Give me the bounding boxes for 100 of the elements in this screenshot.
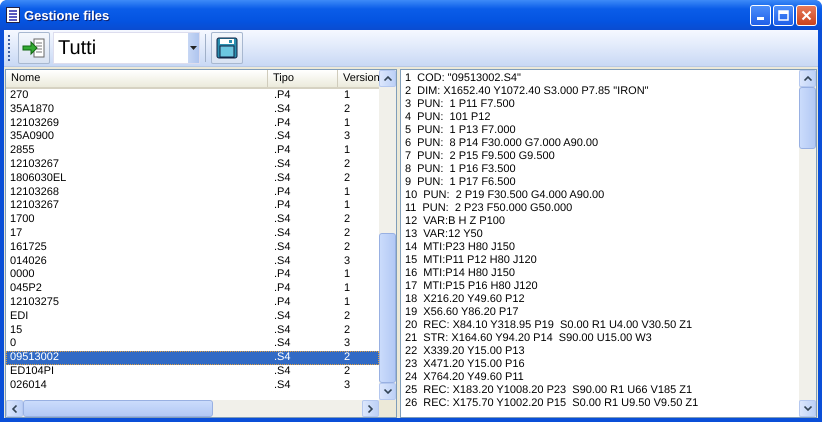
line-number: 7 xyxy=(405,150,412,163)
file-row[interactable]: 35A1870 .S4 2 xyxy=(6,102,379,117)
minimize-button[interactable] xyxy=(750,4,771,26)
code-line: X339.20 Y15.00 P13 xyxy=(423,345,525,358)
table-cell-text: .S4 xyxy=(273,337,292,352)
table-cell-text: .S4 xyxy=(273,351,292,365)
file-row[interactable]: 17 .S4 2 xyxy=(6,226,379,241)
scroll-down-button[interactable] xyxy=(379,383,396,400)
table-cell-text: .S4 xyxy=(273,378,292,393)
file-row[interactable]: ED104PI .S4 2 xyxy=(6,364,379,379)
code-line: MTI:P14 H80 J150 xyxy=(423,267,515,280)
scroll-down-button[interactable] xyxy=(799,400,816,417)
scroll-up-button[interactable] xyxy=(379,70,396,87)
table-cell-text: .S4 xyxy=(273,158,292,172)
code-line: STR: X164.60 Y94.20 P14 S90.00 U15.00 W3 xyxy=(423,332,652,345)
code-line: COD: "09513002.S4" xyxy=(417,72,521,85)
table-cell-text: 1 xyxy=(343,89,352,103)
table-cell-text: 3 xyxy=(343,254,352,268)
table-cell-text: 15 xyxy=(9,324,24,338)
line-number: 13 xyxy=(405,228,418,241)
scroll-thumb[interactable] xyxy=(23,400,213,417)
caret-icon xyxy=(190,46,197,50)
table-cell-text: 09513002 xyxy=(9,351,60,365)
table-cell-text: 2 xyxy=(343,364,352,379)
import-button[interactable] xyxy=(18,32,50,64)
file-row[interactable]: 0000 .P4 1 xyxy=(6,268,379,282)
save-button[interactable] xyxy=(211,32,243,64)
table-cell-text: 1 xyxy=(343,268,352,282)
table-cell-text: .P4 xyxy=(273,282,292,296)
line-number: 3 xyxy=(405,98,412,111)
table-cell-text: 12103267 xyxy=(9,158,60,172)
file-row[interactable]: 026014 .S4 3 xyxy=(6,378,379,393)
line-number: 25 xyxy=(405,384,418,397)
code-line: DIM: X1652.40 Y1072.40 S3.000 P7.85 "IRON" xyxy=(417,85,649,98)
scroll-up-button[interactable] xyxy=(799,70,816,87)
table-cell-text: 2 xyxy=(343,310,352,324)
table-cell-text: .P4 xyxy=(273,116,292,130)
arrow-document-icon xyxy=(22,37,46,59)
table-cell-text: 3 xyxy=(343,378,352,393)
file-row[interactable]: 161725 .S4 2 xyxy=(6,240,379,255)
code-line: VAR:12 Y50 xyxy=(423,228,483,241)
maximize-button[interactable] xyxy=(773,4,794,26)
line-number: 1 xyxy=(405,72,412,85)
filter-dropdown[interactable]: Tutti xyxy=(53,32,200,64)
code-line: MTI:P15 P16 H80 J120 xyxy=(423,280,538,293)
column-header[interactable]: Nome xyxy=(6,70,268,87)
table-cell-text: .S4 xyxy=(273,324,292,338)
line-number: 15 xyxy=(405,254,418,267)
code-line: X471.20 Y15.00 P16 xyxy=(423,358,525,371)
file-row[interactable]: 1806030EL .S4 2 xyxy=(6,172,379,186)
file-row[interactable]: 12103267 .P4 1 xyxy=(6,199,379,214)
file-row[interactable]: 12103269 .P4 1 xyxy=(6,116,379,130)
file-row[interactable]: 045P2 .P4 1 xyxy=(6,282,379,296)
code-line: PUN: 1 P16 F3.500 xyxy=(417,163,516,176)
table-cell-text: 1 xyxy=(343,282,352,296)
table-cell-text: 045P2 xyxy=(9,282,43,296)
table-cell-text: 0000 xyxy=(9,268,36,282)
table-cell-text: .S4 xyxy=(273,172,292,186)
column-header[interactable]: Tipo xyxy=(268,70,338,87)
file-row[interactable]: 2855 .P4 1 xyxy=(6,144,379,158)
line-number: 16 xyxy=(405,267,418,280)
file-row[interactable]: 270 .P4 1 xyxy=(6,89,379,103)
line-number: 6 xyxy=(405,137,412,150)
scroll-thumb[interactable] xyxy=(799,87,816,149)
file-row[interactable]: 15 .S4 2 xyxy=(6,324,379,338)
table-cell-text: .S4 xyxy=(273,102,292,117)
column-header[interactable]: Version xyxy=(338,70,379,87)
vertical-scrollbar[interactable] xyxy=(379,70,396,400)
code-line: PUN: 2 P19 F30.500 G4.000 A90.00 xyxy=(423,189,604,202)
file-row[interactable]: 1700 .S4 2 xyxy=(6,213,379,227)
line-number: 19 xyxy=(405,306,418,319)
table-cell-text: 014026 xyxy=(9,254,48,268)
scroll-left-button[interactable] xyxy=(6,400,23,417)
file-row[interactable]: 09513002 .S4 2 xyxy=(6,351,379,365)
line-number: 14 xyxy=(405,241,418,254)
line-number: 4 xyxy=(405,111,412,124)
file-row[interactable]: 014026 .S4 3 xyxy=(6,254,379,268)
close-button[interactable] xyxy=(796,4,817,26)
horizontal-scrollbar[interactable] xyxy=(6,400,396,417)
table-cell-text: 2 xyxy=(343,172,352,186)
table-cell-text: 3 xyxy=(343,337,352,352)
file-row[interactable]: 12103268 .P4 1 xyxy=(6,186,379,200)
table-cell-text: .S4 xyxy=(273,310,292,324)
code-line: PUN: 2 P15 F9.500 G9.500 xyxy=(417,150,555,163)
file-row[interactable]: 35A0900 .S4 3 xyxy=(6,130,379,144)
code-line: PUN: 1 P11 F7.500 xyxy=(417,98,515,111)
scroll-right-button[interactable] xyxy=(362,400,379,417)
table-cell-text: 1 xyxy=(343,116,352,130)
file-row[interactable]: EDI .S4 2 xyxy=(6,310,379,324)
line-number: 12 xyxy=(405,215,418,228)
table-cell-text: 35A1870 xyxy=(9,102,56,117)
vertical-scrollbar[interactable] xyxy=(799,70,816,417)
code-line: X56.60 Y86.20 P17 xyxy=(423,306,518,319)
scroll-thumb[interactable] xyxy=(379,233,396,383)
file-row[interactable]: 12103275 .P4 1 xyxy=(6,296,379,310)
table-cell-text: 2 xyxy=(343,240,352,255)
table-cell-text: ED104PI xyxy=(9,364,56,379)
file-row[interactable]: 0 .S4 3 xyxy=(6,337,379,352)
table-cell-text: 3 xyxy=(343,130,352,144)
file-row[interactable]: 12103267 .S4 2 xyxy=(6,158,379,172)
